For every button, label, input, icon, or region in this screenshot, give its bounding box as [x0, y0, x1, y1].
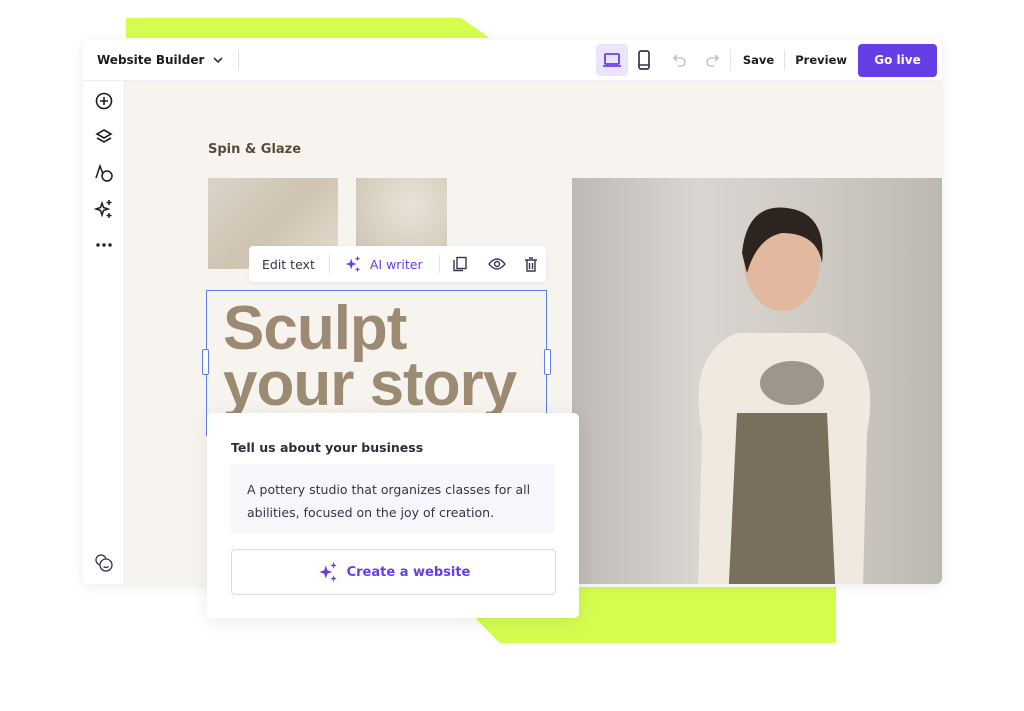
site-name[interactable]: Spin & Glaze — [208, 142, 301, 157]
top-bar: Website Builder Save Preview Go live — [83, 40, 942, 81]
font-palette-icon — [95, 164, 113, 182]
app-title: Website Builder — [97, 53, 205, 67]
business-prompt-label: Tell us about your business — [231, 440, 424, 455]
preview-button[interactable]: Preview — [785, 53, 857, 67]
divider — [328, 255, 330, 273]
create-website-label: Create a website — [346, 564, 471, 580]
eye-icon[interactable] — [487, 258, 506, 270]
ai-writer-button[interactable]: AI writer — [344, 255, 423, 273]
laptop-icon — [602, 53, 621, 67]
sidebar — [83, 81, 125, 584]
phone-icon — [638, 50, 650, 70]
redo-icon — [706, 54, 720, 67]
desktop-view-button[interactable] — [595, 44, 628, 76]
divider — [729, 50, 731, 70]
save-button[interactable]: Save — [733, 53, 784, 67]
support-button[interactable] — [93, 552, 115, 574]
layers-button[interactable] — [93, 126, 115, 148]
text-toolbar: Edit text AI writer — [249, 246, 546, 282]
go-live-button[interactable]: Go live — [858, 43, 937, 77]
resize-handle-right[interactable] — [544, 349, 551, 375]
potter-photo[interactable] — [572, 178, 942, 584]
add-element-button[interactable] — [93, 90, 115, 112]
undo-button[interactable] — [664, 44, 696, 76]
chevron-down-icon — [213, 57, 223, 64]
edit-text-button[interactable]: Edit text — [262, 257, 315, 272]
undo-icon — [672, 54, 686, 67]
more-button[interactable] — [93, 234, 115, 256]
mobile-view-button[interactable] — [628, 44, 660, 76]
hero-heading[interactable]: Sculpt your story — [223, 298, 517, 416]
divider — [238, 50, 240, 70]
redo-button[interactable] — [696, 44, 728, 76]
copy-icon[interactable] — [452, 256, 468, 272]
plus-circle-icon — [95, 92, 113, 110]
dried-flowers-image[interactable] — [356, 178, 447, 248]
ai-builder-card: Tell us about your business A pottery st… — [207, 413, 579, 618]
faces-icon — [95, 554, 113, 572]
layers-icon — [95, 129, 113, 143]
resize-handle-left[interactable] — [202, 349, 209, 375]
more-dots-icon — [96, 243, 112, 247]
create-website-button[interactable]: Create a website — [231, 549, 556, 595]
sparkles-icon — [318, 562, 337, 582]
business-description-input[interactable]: A pottery studio that organizes classes … — [231, 464, 555, 533]
sparkles-icon — [94, 200, 112, 218]
app-menu[interactable]: Website Builder — [97, 53, 224, 67]
ai-tools-button[interactable] — [93, 198, 115, 220]
potter-figure — [698, 207, 871, 584]
decor-band-top — [126, 18, 490, 38]
trash-icon[interactable] — [524, 256, 538, 272]
sparkles-icon — [345, 255, 361, 273]
divider — [438, 255, 440, 273]
styles-button[interactable] — [93, 162, 115, 184]
